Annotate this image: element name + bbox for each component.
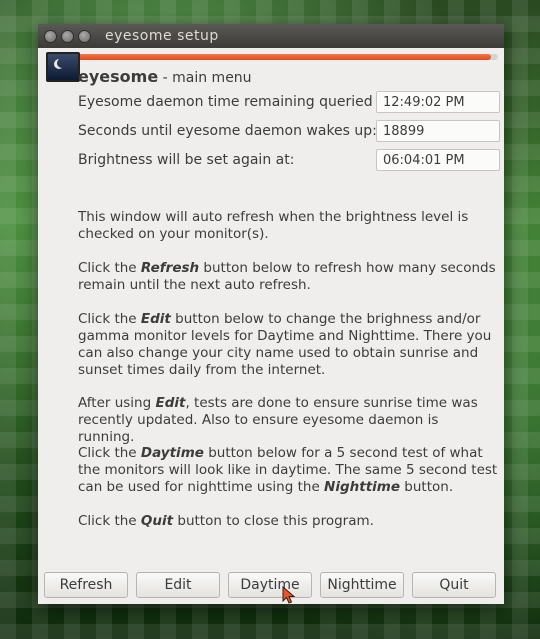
info-edit: Click the Edit button below to change th… — [78, 311, 492, 378]
dialog-window: eyesome setup eyesome - main menu Eyesom… — [38, 24, 504, 604]
info-after-edit: After using Edit, tests are done to ensu… — [78, 395, 478, 445]
next-brightness-label: Brightness will be set again at: — [78, 152, 295, 168]
window-title: eyesome setup — [105, 28, 219, 44]
seconds-remaining-label: Seconds until eyesome daemon wakes up: — [78, 123, 377, 139]
info-auto-refresh: This window will auto refresh when the b… — [78, 209, 469, 242]
info-quit: Click the Quit button to close this prog… — [78, 513, 374, 529]
daytime-button[interactable]: Daytime — [228, 572, 312, 598]
refresh-button[interactable]: Refresh — [44, 572, 128, 598]
page-title: eyesome - main menu — [78, 67, 252, 86]
nighttime-button[interactable]: Nighttime — [320, 572, 404, 598]
info-daytime: Click the Daytime button below for a 5 s… — [78, 445, 498, 495]
next-brightness-field[interactable]: 06:04:01 PM — [376, 149, 500, 171]
page-subtitle: - main menu — [158, 70, 252, 86]
info-refresh: Click the Refresh button below to refres… — [78, 260, 496, 293]
minimize-window-button[interactable] — [61, 29, 74, 43]
refresh-progress-bar — [46, 54, 498, 60]
edit-button[interactable]: Edit — [136, 572, 220, 598]
close-window-button[interactable] — [44, 29, 57, 43]
query-time-field[interactable]: 12:49:02 PM — [376, 91, 500, 113]
query-time-label: Eyesome daemon time remaining queried at… — [78, 94, 396, 110]
mouse-cursor-icon — [282, 586, 296, 604]
app-name: eyesome — [78, 67, 159, 86]
quit-button[interactable]: Quit — [412, 572, 496, 598]
seconds-remaining-field[interactable]: 18899 — [376, 120, 500, 142]
maximize-window-button[interactable] — [78, 29, 91, 43]
monitor-moon-icon — [46, 52, 80, 82]
title-bar: eyesome setup — [38, 24, 504, 48]
progress-fill — [46, 54, 492, 60]
